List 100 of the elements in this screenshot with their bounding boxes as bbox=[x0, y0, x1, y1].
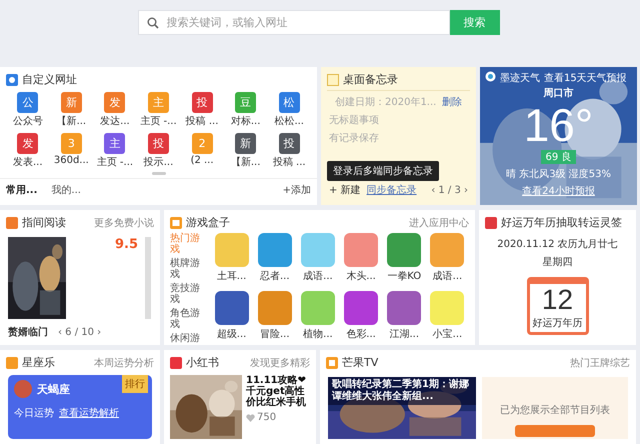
sync-link[interactable]: 同步备忘录 bbox=[366, 183, 417, 197]
game-name[interactable]: 小宝... bbox=[432, 326, 462, 340]
calendar-caption: 好运万年历 bbox=[532, 316, 582, 330]
tab[interactable]: 常用... bbox=[6, 183, 38, 197]
weather-source[interactable]: 墨迹天气 bbox=[500, 71, 540, 85]
game-icon[interactable] bbox=[258, 233, 292, 267]
category-tab[interactable]: 角色游戏 bbox=[170, 308, 200, 330]
weekday: 星期四 bbox=[542, 256, 574, 269]
note-icon bbox=[327, 74, 339, 86]
site-icon[interactable]: 投 bbox=[148, 133, 169, 154]
card-title: 星座乐 bbox=[22, 355, 55, 370]
more-link[interactable]: 热门王牌综艺 bbox=[570, 356, 630, 370]
game-name[interactable]: 忍者... bbox=[260, 269, 290, 283]
tooltip: 登录后多端同步备忘录 bbox=[327, 161, 439, 181]
site-icon[interactable]: 主 bbox=[104, 133, 126, 154]
card-title: 自定义网址 bbox=[22, 72, 77, 87]
game-icon[interactable] bbox=[344, 290, 378, 324]
card-title: 指间阅读 bbox=[22, 215, 66, 230]
site-icon[interactable]: 公 bbox=[17, 92, 38, 113]
site-icon[interactable]: 投 bbox=[278, 133, 300, 154]
like-count: 750 bbox=[257, 412, 276, 423]
game-icon[interactable] bbox=[387, 233, 422, 267]
more-link[interactable]: 更多免费小说 bbox=[94, 216, 154, 230]
game-name[interactable]: 成语... bbox=[432, 269, 462, 283]
add-link[interactable]: +添加 bbox=[282, 183, 311, 197]
more-link[interactable]: 本周运势分析 bbox=[94, 356, 154, 370]
site-link[interactable]: 投示... bbox=[144, 155, 174, 169]
city-name[interactable]: 周口市 bbox=[544, 86, 574, 100]
site-icon[interactable]: 松 bbox=[278, 92, 300, 113]
weather-logo-icon bbox=[485, 71, 496, 82]
game-name[interactable]: 江湖... bbox=[389, 326, 420, 340]
game-name[interactable]: 植物... bbox=[303, 326, 333, 340]
game-icon[interactable] bbox=[258, 290, 292, 324]
search-field[interactable]: 搜索关键词，或输入网址 bbox=[164, 15, 440, 30]
pager[interactable]: ‹ 1 / 3 › bbox=[431, 184, 468, 196]
game-name[interactable]: 冒险... bbox=[260, 326, 290, 340]
game-icon[interactable] bbox=[214, 290, 249, 324]
more-link[interactable]: 进入应用中心 bbox=[409, 216, 469, 230]
video-caption[interactable]: 歌唱转纪录第二季第1期：谢娜谭维维大张伟全新组... bbox=[328, 377, 476, 405]
search-box[interactable]: 搜索关键词，或输入网址 bbox=[138, 10, 450, 35]
fortune-link[interactable]: 查看运势解析 bbox=[59, 406, 119, 420]
scrollbar[interactable] bbox=[144, 237, 152, 319]
game-name[interactable]: 超级... bbox=[216, 326, 246, 340]
site-link[interactable]: 对标... bbox=[230, 114, 260, 128]
new-link[interactable]: + 新建 bbox=[329, 183, 361, 197]
site-icon[interactable]: 投 bbox=[192, 92, 213, 113]
heart-icon bbox=[246, 414, 255, 422]
site-icon[interactable]: 新 bbox=[235, 133, 256, 154]
search-icon bbox=[146, 16, 158, 28]
calendar-icon bbox=[485, 216, 497, 228]
game-name[interactable]: 成语... bbox=[303, 269, 333, 283]
app-icon bbox=[170, 356, 182, 368]
card-title: 好运万年历抽取转运灵签 bbox=[501, 215, 622, 230]
pager[interactable]: ‹ 6 / 10 › bbox=[58, 326, 102, 338]
card-title: 小红书 bbox=[186, 355, 219, 370]
book-title[interactable]: 赘婿临门 bbox=[8, 325, 48, 339]
site-link[interactable]: 主页 -... bbox=[96, 155, 134, 169]
forecast-link[interactable]: 查看15天天气预报 bbox=[544, 71, 627, 85]
page-indicator-icon bbox=[152, 172, 166, 175]
day-number: 12 bbox=[542, 284, 574, 316]
zodiac-sign[interactable]: 天蝎座 bbox=[37, 382, 70, 396]
category-tab[interactable]: 棋牌游戏 bbox=[170, 258, 200, 280]
game-icon[interactable] bbox=[387, 290, 422, 324]
site-link[interactable]: 投稿 ... bbox=[186, 114, 218, 128]
avatar-icon bbox=[14, 380, 32, 398]
site-icon bbox=[6, 74, 18, 86]
rank-badge[interactable]: 排行 bbox=[122, 375, 148, 393]
temperature: 16° bbox=[524, 100, 594, 150]
delete-link[interactable]: 删除 bbox=[442, 95, 462, 109]
air-quality-badge: 69 良 bbox=[540, 150, 576, 164]
site-link[interactable]: (2 ... bbox=[190, 155, 214, 166]
game-name[interactable]: 一拳KO bbox=[387, 269, 422, 283]
card-title: 桌面备忘录 bbox=[343, 72, 398, 87]
site-link[interactable]: 公众号 bbox=[12, 114, 43, 128]
weather-conditions: 晴 东北风3级 湿度53% bbox=[506, 168, 611, 181]
site-link[interactable]: 【新... bbox=[230, 155, 260, 169]
game-name[interactable]: 土耳... bbox=[216, 269, 246, 283]
post-title[interactable]: 11.11攻略❤千元get高性价比红米手机 bbox=[246, 375, 310, 408]
site-link[interactable]: 360d... bbox=[54, 155, 89, 166]
site-link[interactable]: 松松... bbox=[274, 114, 304, 128]
game-name[interactable]: 木头... bbox=[346, 269, 376, 283]
site-link[interactable]: 【新... bbox=[56, 114, 86, 128]
game-name[interactable]: 色彩... bbox=[346, 326, 376, 340]
rating: 9.5 bbox=[114, 237, 138, 254]
site-icon[interactable]: 发 bbox=[17, 133, 38, 154]
ad-text: 已为您展示全部节目列表 bbox=[500, 404, 610, 417]
site-link[interactable]: 主页 -... bbox=[140, 114, 177, 128]
today-label: 今日运势 bbox=[14, 406, 54, 420]
card-title: 游戏盒子 bbox=[186, 215, 230, 230]
site-link[interactable]: 投稿 ... bbox=[272, 155, 306, 169]
calendar-date: 2020.11.12 农历九月廿七 bbox=[496, 238, 619, 251]
more-link[interactable]: 发现更多精彩 bbox=[250, 356, 310, 370]
memo-date: 创建日期：2020年1... bbox=[335, 96, 436, 109]
tab[interactable]: 我的... bbox=[51, 183, 81, 197]
category-tab[interactable]: 竞技游戏 bbox=[170, 283, 200, 305]
game-box-icon bbox=[170, 216, 182, 228]
site-link[interactable]: 发表... bbox=[13, 155, 43, 169]
card-title: 芒果TV bbox=[342, 355, 378, 370]
site-link[interactable]: 发达... bbox=[100, 114, 130, 128]
category-tab[interactable]: 休闲游 bbox=[170, 333, 200, 344]
